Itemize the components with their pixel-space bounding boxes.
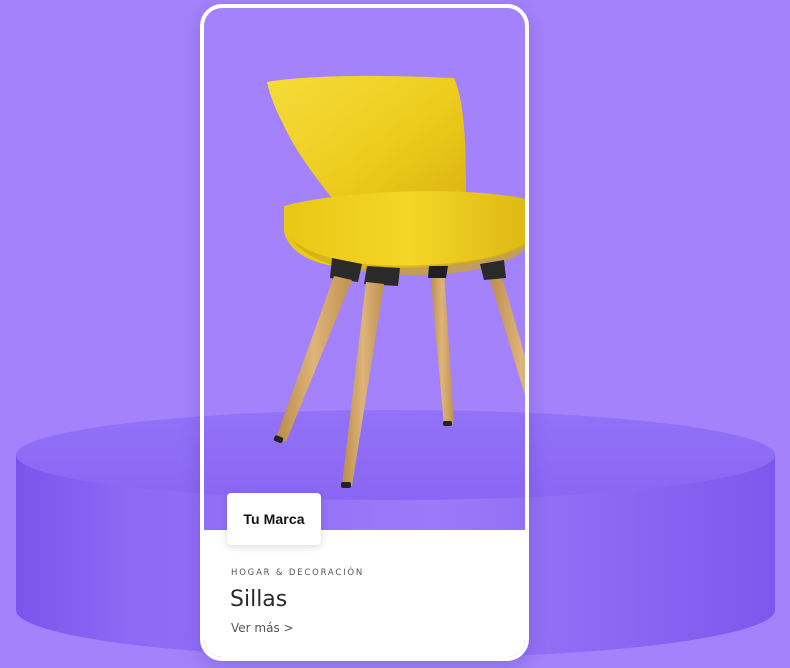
card-info-panel: HOGAR & DECORACIÓN Sillas Ver más > xyxy=(204,530,525,657)
chair-image xyxy=(204,8,525,530)
brand-label: Tu Marca xyxy=(243,511,305,527)
product-card[interactable]: HOGAR & DECORACIÓN Sillas Ver más > xyxy=(200,4,529,661)
brand-badge: Tu Marca xyxy=(227,493,321,545)
product-title: Sillas xyxy=(230,587,288,612)
promo-scene: HOGAR & DECORACIÓN Sillas Ver más > Tu M… xyxy=(0,0,790,668)
see-more-link[interactable]: Ver más > xyxy=(231,621,294,635)
category-label: HOGAR & DECORACIÓN xyxy=(231,568,365,578)
